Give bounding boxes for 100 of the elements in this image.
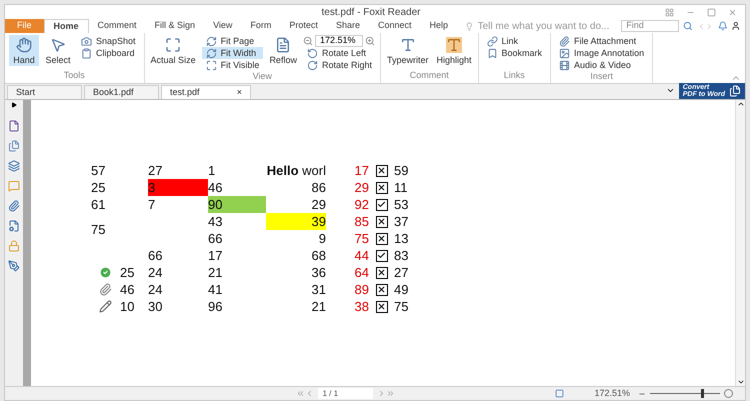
find-field[interactable]: Find [621, 20, 680, 32]
cell-text: 11 [394, 178, 408, 197]
snapshot-button[interactable]: SnapShot [77, 35, 140, 47]
dropdown-icon[interactable] [666, 86, 675, 95]
select-button[interactable]: Select [43, 35, 73, 66]
cell-text: 17 [208, 246, 222, 265]
typewriter-icon [400, 37, 416, 53]
menu-tab[interactable]: Form [241, 19, 280, 33]
cell-text: 96 [208, 298, 222, 316]
crossed-box-icon [376, 232, 388, 244]
cell-text: 29 [354, 178, 369, 197]
slider-thumb[interactable] [701, 389, 704, 398]
layers-icon[interactable] [8, 160, 20, 172]
fit-width-button[interactable]: Fit Width [202, 47, 264, 59]
zoom-out-icon[interactable] [302, 36, 313, 46]
crossed-box-icon [376, 266, 388, 278]
clipboard-icon [81, 48, 92, 58]
signature-icon[interactable] [8, 260, 20, 272]
menu-tab[interactable]: View [204, 19, 242, 33]
menu-tab[interactable]: Comment [88, 19, 146, 33]
snapshot-icon [81, 36, 92, 46]
zoom-in-icon[interactable] [724, 389, 733, 398]
bell-icon[interactable] [718, 21, 728, 31]
cell-text: 1 [208, 162, 216, 180]
highlight-icon [446, 37, 462, 53]
checked-box-icon [376, 250, 388, 262]
hand-icon [16, 37, 32, 53]
single-page-icon[interactable] [555, 389, 564, 398]
rotate-left-button[interactable]: Rotate Left [302, 47, 376, 59]
cell-text: 90 [208, 196, 222, 214]
fit-page-button[interactable]: Fit Page [202, 35, 264, 47]
documents-icon [729, 85, 741, 97]
reflow-button[interactable]: Reflow [267, 35, 299, 66]
clipboard-button[interactable]: Clipboard [77, 47, 140, 59]
cell-text: 25 [91, 178, 106, 197]
pages-icon[interactable] [8, 140, 20, 152]
search-icon[interactable] [683, 21, 693, 31]
typewriter-button[interactable]: Typewriter [384, 35, 430, 66]
menu-tab[interactable]: Connect [368, 19, 420, 33]
crossed-box-icon [376, 284, 388, 296]
document-tab[interactable]: Start [7, 85, 82, 99]
first-page-icon[interactable] [296, 389, 306, 398]
page-field[interactable]: 1 / 1 [318, 388, 374, 399]
rotate-left-icon [306, 48, 318, 58]
scroll-up-icon[interactable] [736, 100, 744, 108]
scroll-down-icon[interactable] [736, 378, 744, 386]
menu-tab[interactable]: Fill & Sign [146, 19, 204, 33]
paperclip-icon [99, 283, 112, 296]
paperclip-icon[interactable] [8, 200, 20, 212]
find-input[interactable]: Find [626, 19, 674, 33]
document-tab[interactable]: test.pdf × [161, 85, 251, 99]
cell-text: 59 [394, 162, 408, 180]
page-icon[interactable] [8, 120, 20, 132]
menu-tab[interactable]: Share [326, 19, 369, 33]
cell-text: 86 [312, 178, 326, 197]
cell-text: 85 [354, 212, 369, 231]
comments-icon[interactable] [8, 180, 20, 192]
fit-visible-button[interactable]: Fit Visible [202, 59, 264, 71]
rotate-right-button[interactable]: Rotate Right [302, 59, 376, 71]
menu-tab[interactable]: Protect [280, 19, 327, 33]
actual-size-icon [165, 37, 182, 53]
insert-button[interactable]: File Attachment [555, 35, 648, 47]
insert-button[interactable]: Image Annotation [555, 47, 648, 59]
maximize-icon[interactable] [707, 8, 716, 16]
highlight-button[interactable]: Highlight [434, 35, 474, 66]
group-label: View [252, 71, 273, 83]
close-tab-icon[interactable]: × [236, 86, 242, 100]
bookmark-icon [486, 48, 498, 58]
layout-icon[interactable] [665, 8, 674, 16]
cell-text: 27 [148, 162, 162, 180]
bookmark-button[interactable]: Bookmark [482, 47, 546, 59]
cell-text: 31 [312, 280, 326, 299]
rotate-right-icon [306, 60, 318, 70]
zoom-field[interactable]: 172.51% [314, 35, 363, 47]
tell-me-field[interactable]: Tell me what you want to do... [478, 18, 622, 34]
menu-tab[interactable]: Help [420, 19, 458, 33]
close-icon[interactable] [728, 8, 737, 16]
lock-icon[interactable] [8, 240, 20, 252]
link-button[interactable]: Link [482, 35, 546, 47]
group-label: Tools [62, 70, 86, 82]
cell-text: 10 [120, 298, 134, 316]
crossed-box-icon [376, 216, 388, 228]
cell-text: 53 [394, 196, 408, 214]
actual-size-button[interactable]: Actual Size [148, 35, 198, 66]
file-settings-icon[interactable] [8, 220, 20, 232]
user-icon[interactable] [731, 21, 742, 31]
scrollbar[interactable] [735, 100, 745, 386]
cell-text: 29 [312, 196, 326, 214]
last-page-icon[interactable] [386, 389, 396, 398]
fit-visible-icon [206, 60, 217, 70]
cell-text: 21 [208, 264, 222, 282]
pencil-icon [99, 300, 112, 313]
insert-button[interactable]: Audio & Video [555, 59, 648, 71]
cell-text: 83 [394, 246, 408, 265]
document-tab[interactable]: Book1.pdf [84, 85, 159, 99]
expand-icon[interactable] [11, 102, 17, 108]
zoom-in-icon[interactable] [364, 36, 375, 46]
lightbulb-icon [465, 22, 474, 30]
menu-tab[interactable]: Home [44, 19, 89, 33]
hand-button[interactable]: Hand [9, 35, 39, 66]
